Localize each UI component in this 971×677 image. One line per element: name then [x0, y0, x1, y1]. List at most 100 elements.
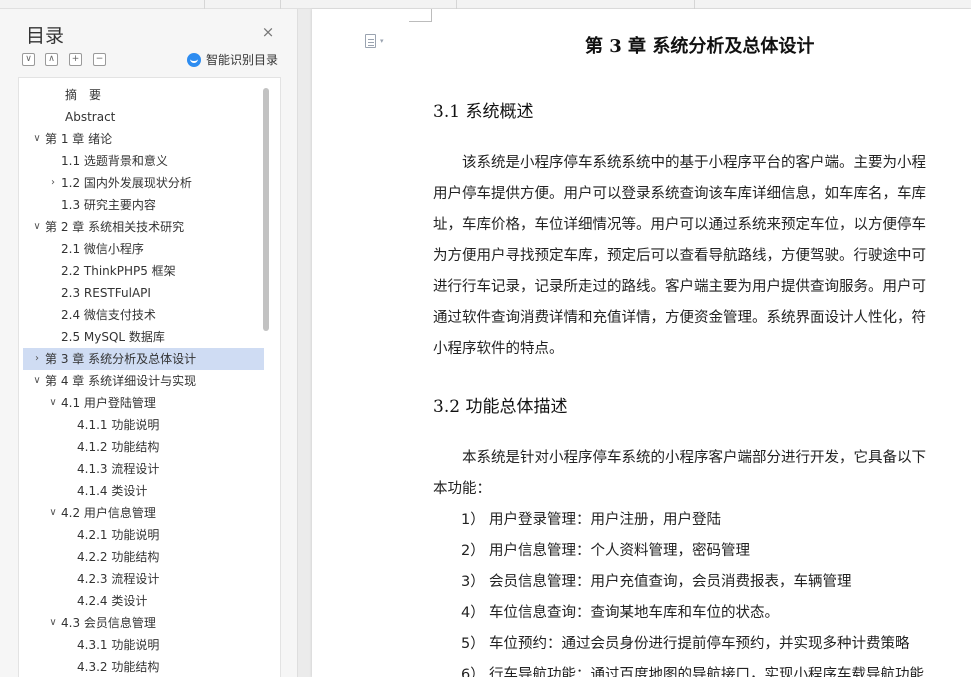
toc-item-label: 2.1 微信小程序: [61, 242, 144, 256]
list-item-text: 会员信息管理：用户充值查询，会员消费报表，车辆管理: [489, 574, 852, 590]
remove-heading-icon[interactable]: −: [93, 53, 106, 66]
top-toolbar-strip: [0, 0, 971, 9]
toc-item[interactable]: 1.1 选题背景和意义: [23, 150, 264, 172]
toc-item[interactable]: 4.2.4 类设计: [23, 590, 264, 612]
toc-item[interactable]: ∨ 第 1 章 绪论: [23, 128, 264, 150]
toc-item[interactable]: 4.1.1 功能说明: [23, 414, 264, 436]
toc-item-label: 4.2.2 功能结构: [77, 550, 160, 564]
paragraph-line: 该系统是小程序停车系统系统中的基于小程序平台的客户端。主要为小程: [433, 155, 926, 171]
toc-item[interactable]: › 1.2 国内外发展现状分析: [23, 172, 264, 194]
toc-item-label: 4.1 用户登陆管理: [61, 396, 156, 410]
toc-item-label: 4.2.1 功能说明: [77, 528, 160, 542]
toc-item[interactable]: Abstract: [23, 106, 264, 128]
toc-item[interactable]: 4.3.2 功能结构: [23, 656, 264, 677]
toc-item[interactable]: 2.4 微信支付技术: [23, 304, 264, 326]
toc-item-label: 4.1.1 功能说明: [77, 418, 160, 432]
add-heading-icon[interactable]: +: [69, 53, 82, 66]
smart-recognize-label: 智能识别目录: [206, 53, 279, 67]
chevron-down-icon[interactable]: ∨: [31, 370, 43, 392]
toolbar-segment: [281, 0, 457, 9]
list-item-number: 6）: [461, 667, 485, 677]
paragraph-line: 小程序软件的特点。: [433, 341, 564, 357]
toc-item-label: 2.2 ThinkPHP5 框架: [61, 264, 176, 278]
paragraph-line: 本系统是针对小程序停车系统的小程序客户端部分进行开发，它具备以下: [433, 450, 926, 466]
list-item-number: 5）: [461, 636, 485, 652]
list-item-text: 车位信息查询：查询某地车库和车位的状态。: [489, 605, 779, 621]
paragraph-line: 进行行车记录，记录所走过的路线。客户端主要为用户提供查询服务。用户可: [433, 279, 926, 295]
toolbar-segment: [0, 0, 205, 9]
list-item: 3） 会员信息管理：用户充值查询，会员消费报表，车辆管理: [461, 570, 852, 591]
toc-item-label: 4.2.3 流程设计: [77, 572, 160, 586]
close-icon[interactable]: ×: [259, 23, 277, 41]
toc-title: 目录: [26, 25, 65, 47]
chevron-down-icon[interactable]: ∨: [47, 502, 59, 524]
chevron-down-icon[interactable]: ∨: [47, 392, 59, 414]
list-item-text: 行车导航功能：通过百度地图的导航接口，实现小程序车载导航功能: [489, 667, 924, 677]
toc-item[interactable]: 2.5 MySQL 数据库: [23, 326, 264, 348]
document-page: ▾ 第 3 章 系统分析及总体设计 3.1 系统概述 该系统是小程序停车系统系统…: [312, 9, 971, 677]
paragraph-line: 通过软件查询消费详情和充值详情，方便资金管理。系统界面设计人性化，符: [433, 310, 926, 326]
list-item: 2） 用户信息管理：个人资料管理，密码管理: [461, 539, 750, 560]
toc-item[interactable]: ∨ 4.2 用户信息管理: [23, 502, 264, 524]
paragraph-line: 用户停车提供方便。用户可以登录系统查询该车库详细信息，如车库名，车库: [433, 186, 926, 202]
toc-item-label: 1.1 选题背景和意义: [61, 154, 168, 168]
toc-item[interactable]: 4.2.3 流程设计: [23, 568, 264, 590]
toc-item-label: 2.3 RESTFulAPI: [61, 286, 151, 300]
toc-item-label: 4.1.2 功能结构: [77, 440, 160, 454]
toc-item-label: 2.4 微信支付技术: [61, 308, 156, 322]
chevron-down-icon[interactable]: ∨: [31, 216, 43, 238]
toc-item[interactable]: ∨ 第 2 章 系统相关技术研究: [23, 216, 264, 238]
chevron-down-icon[interactable]: ∨: [47, 612, 59, 634]
list-item-number: 2）: [461, 543, 485, 559]
toc-item-label: 第 4 章 系统详细设计与实现: [45, 374, 197, 388]
expand-up-icon[interactable]: ∧: [45, 53, 58, 66]
toc-item-label: 4.2.4 类设计: [77, 594, 148, 608]
toc-panel: 目录 × ∨ ∧ + − 智能识别目录 摘 要 Abstract ∨ 第 1 章 绪论…: [0, 9, 298, 677]
page-corner-mark: [409, 9, 432, 22]
toc-item[interactable]: 4.1.3 流程设计: [23, 458, 264, 480]
toc-item[interactable]: ∨ 4.3 会员信息管理: [23, 612, 264, 634]
section-heading-3-1: 3.1 系统概述: [433, 102, 534, 122]
smart-recognize-icon: [187, 52, 201, 67]
toc-item[interactable]: 2.2 ThinkPHP5 框架: [23, 260, 264, 282]
list-item-text: 车位预约：通过会员身份进行提前停车预约，并实现多种计费策略: [489, 636, 910, 652]
toc-item-label: 4.3.1 功能说明: [77, 638, 160, 652]
paragraph-line: 为方便用户寻找预定车库，预定后可以查看导航路线，方便驾驶。行驶途中可: [433, 248, 926, 264]
toc-item[interactable]: 摘 要: [23, 84, 264, 106]
toc-item[interactable]: 4.3.1 功能说明: [23, 634, 264, 656]
list-item: 1） 用户登录管理：用户注册，用户登陆: [461, 508, 721, 529]
toc-item[interactable]: › 第 3 章 系统分析及总体设计: [23, 348, 264, 370]
toolbar-segment: [205, 0, 281, 9]
toc-item[interactable]: 2.1 微信小程序: [23, 238, 264, 260]
collapse-all-icon[interactable]: ∨: [22, 53, 35, 66]
smart-recognize-toc-button[interactable]: 智能识别目录: [187, 51, 278, 68]
toc-item[interactable]: 4.1.4 类设计: [23, 480, 264, 502]
chevron-right-icon[interactable]: ›: [31, 348, 43, 370]
toc-item[interactable]: 4.1.2 功能结构: [23, 436, 264, 458]
paragraph-line: 本功能：: [433, 481, 491, 497]
toc-item[interactable]: 1.3 研究主要内容: [23, 194, 264, 216]
toc-item-label: 第 3 章 系统分析及总体设计: [45, 352, 197, 366]
toc-item[interactable]: 2.3 RESTFulAPI: [23, 282, 264, 304]
list-item: 4） 车位信息查询：查询某地车库和车位的状态。: [461, 601, 779, 622]
toc-item-label: 1.2 国内外发展现状分析: [61, 176, 192, 190]
toc-item-label: Abstract: [65, 110, 116, 124]
toc-item[interactable]: 4.2.2 功能结构: [23, 546, 264, 568]
toc-item-label: 4.3 会员信息管理: [61, 616, 156, 630]
chevron-right-icon[interactable]: ›: [47, 172, 59, 194]
toc-item-label: 第 2 章 系统相关技术研究: [45, 220, 185, 234]
toc-item[interactable]: ∨ 4.1 用户登陆管理: [23, 392, 264, 414]
toc-item[interactable]: ∨ 第 4 章 系统详细设计与实现: [23, 370, 264, 392]
section-heading-3-2: 3.2 功能总体描述: [433, 397, 568, 417]
toc-item-label: 第 1 章 绪论: [45, 132, 113, 146]
list-item: 5） 车位预约：通过会员身份进行提前停车预约，并实现多种计费策略: [461, 632, 910, 653]
document-icon[interactable]: ▾: [365, 34, 384, 49]
list-item: 6） 行车导航功能：通过百度地图的导航接口，实现小程序车载导航功能: [461, 663, 924, 677]
toc-item-label: 2.5 MySQL 数据库: [61, 330, 165, 344]
list-item-text: 用户登录管理：用户注册，用户登陆: [489, 512, 721, 528]
toc-item[interactable]: 4.2.1 功能说明: [23, 524, 264, 546]
toc-list: 摘 要 Abstract ∨ 第 1 章 绪论 1.1 选题背景和意义 › 1.2 国内外发…: [18, 77, 281, 677]
chevron-down-icon[interactable]: ∨: [31, 128, 43, 150]
toc-item-label: 4.1.4 类设计: [77, 484, 148, 498]
toc-item-label: 4.3.2 功能结构: [77, 660, 160, 674]
